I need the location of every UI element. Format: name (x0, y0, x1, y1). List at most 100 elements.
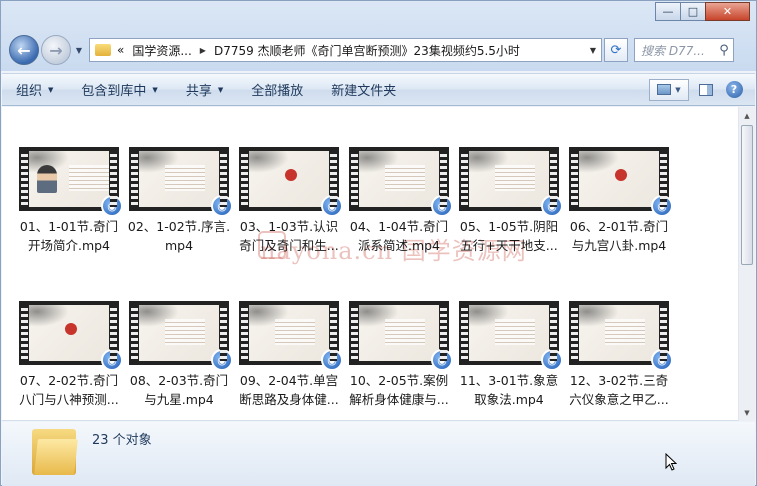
window-controls: — □ ✕ (655, 2, 750, 21)
search-icon[interactable]: ⚲ (715, 43, 733, 58)
refresh-icon: ⟳ (610, 42, 622, 58)
preview-pane-button[interactable] (695, 79, 717, 101)
file-name-line-2: 派系简述.mp4 (357, 238, 441, 253)
file-item[interactable]: ◉ 12、3-02节.三奇 六仪象意之甲乙... (566, 301, 673, 409)
file-name: 08、2-03节.奇门 与九星.mp4 (126, 371, 232, 409)
preview-pane-icon (699, 83, 713, 96)
video-thumbnail: ◉ (349, 147, 453, 217)
file-name: 03、1-03节.认识 奇门及奇门和生... (236, 217, 342, 255)
share-menu[interactable]: 共享 ▼ (172, 80, 237, 99)
file-item[interactable]: ◉ 05、1-05节.阴阳 五行+天干地支... (456, 147, 563, 255)
arrow-left-icon: ← (17, 40, 31, 60)
toolbar-right: ▼ ? (649, 78, 755, 101)
include-in-library-menu[interactable]: 包含到库中 ▼ (67, 80, 171, 99)
file-name-line-1: 04、1-04节.奇门 (349, 219, 449, 234)
file-item[interactable]: ◉ 04、1-04节.奇门 派系简述.mp4 (346, 147, 453, 255)
address-dropdown-icon[interactable]: ▼ (585, 46, 601, 55)
media-player-icon: ◉ (321, 349, 343, 371)
file-name-line-2: 五行+天干地支... (460, 238, 558, 253)
close-button[interactable]: ✕ (705, 2, 750, 21)
recent-pages-dropdown[interactable]: ▼ (73, 46, 85, 55)
video-thumbnail: ◉ (459, 147, 563, 217)
file-name: 01、1-01节.奇门 开场简介.mp4 (16, 217, 122, 255)
chevron-down-icon: ▼ (48, 85, 54, 94)
file-name: 10、2-05节.案例 解析身体健康与... (346, 371, 452, 409)
video-thumbnail: ◉ (129, 147, 233, 217)
file-item[interactable]: ◉ 01、1-01节.奇门 开场简介.mp4 (16, 147, 123, 255)
address-overflow[interactable]: « (117, 43, 124, 57)
chevron-down-icon: ▼ (675, 85, 681, 94)
file-name-line-2: 六仪象意之甲乙... (569, 392, 669, 407)
command-toolbar: 组织 ▼ 包含到库中 ▼ 共享 ▼ 全部播放 新建文件夹 ▼ ? (2, 73, 755, 106)
play-all-label: 全部播放 (251, 84, 304, 99)
forward-button[interactable]: → (41, 35, 71, 65)
back-button[interactable]: ← (9, 35, 39, 65)
file-name-line-1: 10、2-05节.案例 (349, 373, 449, 388)
file-name-line-1: 05、1-05节.阴阳 (459, 219, 559, 234)
video-thumbnail: ◉ (569, 147, 673, 217)
include-in-library-label: 包含到库中 (81, 84, 147, 99)
file-name: 11、3-01节.象意 取象法.mp4 (456, 371, 562, 409)
file-item[interactable]: ◉ 02、1-02节.序言. mp4 (126, 147, 233, 255)
file-name-line-1: 02、1-02节.序言. (127, 219, 231, 234)
file-name-line-2: 与九宫八卦.mp4 (571, 238, 667, 253)
share-label: 共享 (185, 84, 212, 99)
mouse-cursor-icon (665, 453, 677, 471)
file-name-line-2: 断思路及身体健... (239, 392, 339, 407)
arrow-right-icon: → (49, 40, 63, 60)
file-item[interactable]: ◉ 03、1-03节.认识 奇门及奇门和生... (236, 147, 343, 255)
search-input[interactable]: 搜索 D77... ⚲ (634, 38, 734, 62)
address-bar[interactable]: « 国学资源... ▶ D7759 杰顺老师《奇门单宫断预测》23集视频约5.5… (89, 38, 602, 62)
file-item[interactable]: ◉ 11、3-01节.象意 取象法.mp4 (456, 301, 563, 409)
media-player-icon: ◉ (431, 349, 453, 371)
file-name-line-2: mp4 (164, 238, 194, 253)
help-button[interactable]: ? (723, 79, 745, 101)
file-name-line-2: 与九星.mp4 (144, 392, 214, 407)
file-name-line-2: 解析身体健康与... (349, 392, 449, 407)
scroll-up-icon[interactable]: ▲ (739, 107, 755, 124)
breadcrumb-segment-1[interactable]: 国学资源... (132, 42, 191, 59)
breadcrumb-segment-2[interactable]: D7759 杰顺老师《奇门单宫断预测》23集视频约5.5小时 (214, 42, 520, 59)
media-player-icon: ◉ (101, 349, 123, 371)
file-name: 02、1-02节.序言. mp4 (126, 217, 232, 255)
vertical-scrollbar[interactable]: ▲ ▼ (738, 107, 755, 421)
file-name: 06、2-01节.奇门 与九宫八卦.mp4 (566, 217, 672, 255)
scrollbar-thumb[interactable] (741, 125, 753, 265)
search-placeholder: 搜索 D77... (641, 43, 705, 58)
video-thumbnail: ◉ (569, 301, 673, 371)
play-all-button[interactable]: 全部播放 (237, 80, 317, 99)
video-thumbnail: ◉ (239, 147, 343, 217)
maximize-button[interactable]: □ (680, 2, 706, 21)
file-item[interactable]: ◉ 10、2-05节.案例 解析身体健康与... (346, 301, 453, 409)
file-name-line-1: 12、3-02节.三奇 (569, 373, 669, 388)
file-name-line-1: 08、2-03节.奇门 (129, 373, 229, 388)
breadcrumb-chevron-icon[interactable]: ▶ (200, 46, 206, 55)
new-folder-button[interactable]: 新建文件夹 (317, 80, 410, 99)
item-count: 23 个对象 (92, 433, 152, 448)
file-name: 04、1-04节.奇门 派系简述.mp4 (346, 217, 452, 255)
file-item[interactable]: ◉ 06、2-01节.奇门 与九宫八卦.mp4 (566, 147, 673, 255)
file-item[interactable]: ◉ 09、2-04节.单宫 断思路及身体健... (236, 301, 343, 409)
file-name-line-1: 01、1-01节.奇门 (19, 219, 119, 234)
scroll-down-icon[interactable]: ▼ (739, 404, 755, 421)
organize-menu[interactable]: 组织 ▼ (2, 80, 67, 99)
media-player-icon: ◉ (321, 195, 343, 217)
file-item[interactable]: ◉ 08、2-03节.奇门 与九星.mp4 (126, 301, 233, 409)
file-name-line-1: 11、3-01节.象意 (459, 373, 559, 388)
chevron-down-icon: ▼ (152, 85, 158, 94)
minimize-button[interactable]: — (655, 2, 681, 21)
file-item[interactable]: ◉ 07、2-02节.奇门 八门与八神预测... (16, 301, 123, 409)
video-thumbnail: ◉ (129, 301, 233, 371)
video-thumbnail: ◉ (19, 147, 123, 217)
change-view-button[interactable]: ▼ (649, 78, 689, 101)
video-thumbnail: ◉ (349, 301, 453, 371)
file-name-line-2: 奇门及奇门和生... (239, 238, 339, 253)
media-player-icon: ◉ (211, 195, 233, 217)
refresh-button[interactable]: ⟳ (604, 38, 628, 62)
file-name: 09、2-04节.单宫 断思路及身体健... (236, 371, 342, 409)
organize-label: 组织 (16, 84, 43, 99)
file-name-line-1: 07、2-02节.奇门 (19, 373, 119, 388)
file-list: nayona.cn 国学资源网 ◉ 01、1-01节.奇门 开场简介.mp4 ◉ 02、… (2, 107, 755, 421)
media-player-icon: ◉ (541, 195, 563, 217)
view-icon (657, 84, 672, 95)
